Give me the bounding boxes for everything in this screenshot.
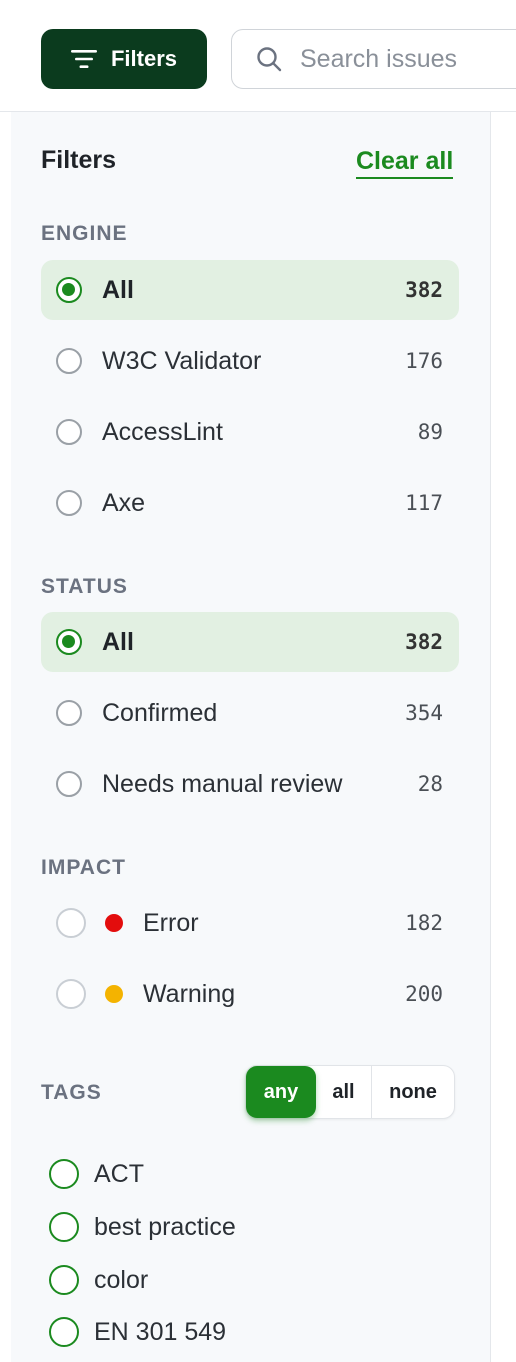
radio-checked-icon — [56, 629, 82, 655]
radio-unchecked-icon — [56, 348, 82, 374]
engine-option-w3c-validator[interactable]: W3C Validator 176 — [41, 331, 459, 391]
engine-option-accesslint[interactable]: AccessLint 89 — [41, 402, 459, 462]
tag-label: color — [94, 1265, 149, 1294]
option-label: W3C Validator — [102, 346, 262, 375]
option-label: Warning — [143, 979, 236, 1008]
clear-all-link[interactable]: Clear all — [356, 146, 454, 179]
option-count: 176 — [405, 349, 443, 373]
option-count: 200 — [405, 982, 443, 1006]
impact-option-error[interactable]: Error 182 — [41, 893, 459, 953]
option-label: Needs manual review — [102, 769, 343, 798]
radio-unchecked-icon — [56, 771, 82, 797]
tag-label: ACT — [94, 1159, 144, 1188]
search-box[interactable] — [231, 29, 516, 89]
error-dot-icon — [105, 914, 123, 932]
tag-checkbox-icon — [49, 1317, 79, 1347]
option-count: 382 — [405, 630, 443, 654]
checkbox-unchecked-icon — [56, 908, 86, 938]
option-label: Error — [143, 908, 199, 937]
tag-checkbox-icon — [49, 1212, 79, 1242]
option-count: 89 — [417, 420, 443, 444]
warning-dot-icon — [105, 985, 123, 1003]
option-label: All — [102, 627, 134, 656]
tag-match-mode-toggle: any all none — [245, 1065, 455, 1119]
panel-title: Filters — [41, 146, 117, 174]
option-count: 382 — [405, 278, 443, 302]
engine-option-axe[interactable]: Axe 117 — [41, 473, 459, 533]
radio-unchecked-icon — [56, 700, 82, 726]
radio-checked-icon — [56, 277, 82, 303]
tag-item-color[interactable]: color — [49, 1260, 148, 1300]
impact-option-warning[interactable]: Warning 200 — [41, 964, 459, 1024]
filter-lines-icon — [70, 50, 97, 68]
checkbox-unchecked-icon — [56, 979, 86, 1009]
filters-button-label: Filters — [110, 46, 178, 71]
option-label: Confirmed — [102, 698, 218, 727]
section-title-impact: IMPACT — [41, 856, 126, 879]
option-count: 28 — [417, 772, 443, 796]
status-option-all[interactable]: All 382 — [41, 612, 459, 672]
status-option-needs-manual-review[interactable]: Needs manual review 28 — [41, 754, 459, 814]
section-title-engine: ENGINE — [41, 222, 128, 245]
option-count: 117 — [405, 491, 443, 515]
tag-item-best-practice[interactable]: best practice — [49, 1207, 236, 1247]
radio-unchecked-icon — [56, 490, 82, 516]
radio-unchecked-icon — [56, 419, 82, 445]
section-title-status: STATUS — [41, 575, 128, 598]
tag-item-act[interactable]: ACT — [49, 1154, 144, 1194]
filters-button[interactable]: Filters — [41, 29, 207, 89]
tag-item-en-301-549[interactable]: EN 301 549 — [49, 1312, 226, 1352]
option-label: AccessLint — [102, 417, 223, 446]
search-input[interactable] — [300, 44, 516, 74]
option-count: 182 — [405, 911, 443, 935]
engine-option-all[interactable]: All 382 — [41, 260, 459, 320]
top-toolbar: Filters — [0, 0, 516, 112]
status-option-confirmed[interactable]: Confirmed 354 — [41, 683, 459, 743]
tag-checkbox-icon — [49, 1265, 79, 1295]
option-label: All — [102, 275, 134, 304]
match-mode-all[interactable]: all — [316, 1066, 372, 1118]
option-label: Axe — [102, 488, 146, 517]
search-icon — [257, 47, 282, 72]
tag-label: EN 301 549 — [94, 1317, 227, 1346]
section-title-tags: TAGS — [41, 1081, 102, 1104]
match-mode-none[interactable]: none — [372, 1066, 454, 1118]
tag-label: best practice — [94, 1212, 236, 1241]
option-count: 354 — [405, 701, 443, 725]
tag-checkbox-icon — [49, 1159, 79, 1189]
match-mode-any[interactable]: any — [246, 1066, 316, 1118]
